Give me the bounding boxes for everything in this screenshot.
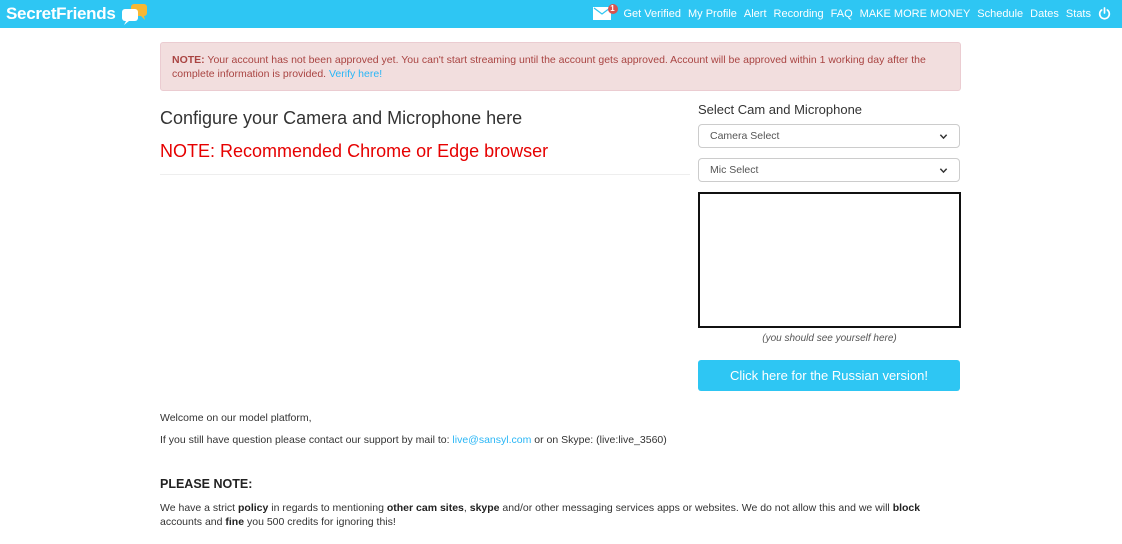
mic-select[interactable]: Mic Select [698, 158, 960, 182]
contact-prefix: If you still have question please contac… [160, 434, 453, 446]
nav-stats[interactable]: Stats [1066, 8, 1091, 20]
approval-alert: NOTE: Your account has not been approved… [160, 42, 961, 91]
chevron-down-icon [939, 133, 948, 139]
mic-select-value: Mic Select [710, 164, 759, 176]
support-email-link[interactable]: live@sansyl.com [452, 434, 531, 446]
preview-caption: (you should see yourself here) [762, 333, 897, 344]
top-navbar: SecretFriends 1 Get Verified My Profile … [0, 0, 1122, 28]
chat-bubbles-icon [117, 3, 151, 25]
nav-schedule[interactable]: Schedule [977, 8, 1023, 20]
camera-select-value: Camera Select [710, 130, 780, 142]
nav-faq[interactable]: FAQ [831, 8, 853, 20]
policy-bold: skype [469, 502, 500, 514]
nav-make-more-money[interactable]: MAKE MORE MONEY [860, 8, 971, 20]
contact-text: If you still have question please contac… [160, 434, 667, 446]
nav-get-verified[interactable]: Get Verified [624, 8, 681, 20]
russian-version-button[interactable]: Click here for the Russian version! [698, 360, 960, 391]
chevron-down-icon [939, 167, 948, 173]
nav-menu: 1 Get Verified My Profile Alert Recordin… [592, 0, 1113, 28]
brand-logo[interactable]: SecretFriends [6, 3, 151, 25]
camera-select[interactable]: Camera Select [698, 124, 960, 148]
policy-part: accounts and [160, 516, 226, 528]
policy-part: and/or other messaging services apps or … [499, 502, 893, 514]
mail-button[interactable]: 1 [592, 4, 618, 21]
verify-link[interactable]: Verify here! [329, 68, 382, 80]
alert-label: NOTE: [172, 54, 205, 66]
nav-my-profile[interactable]: My Profile [688, 8, 737, 20]
contact-suffix: or on Skype: (live:live_3560) [531, 434, 667, 446]
policy-bold: fine [225, 516, 245, 528]
policy-bold: other cam sites [386, 502, 464, 514]
browser-note: NOTE: Recommended Chrome or Edge browser [160, 141, 549, 161]
brand-name: SecretFriends [6, 4, 116, 23]
policy-bold: block [892, 502, 921, 514]
page-title: Configure your Camera and Microphone her… [160, 108, 523, 128]
policy-part: We have a strict [160, 502, 239, 514]
alert-text: Your account has not been approved yet. … [172, 54, 926, 80]
device-select-heading: Select Cam and Microphone [698, 102, 863, 117]
policy-part: in regards to mentioning [268, 502, 387, 514]
nav-alert[interactable]: Alert [744, 8, 767, 20]
mail-count-badge: 1 [607, 4, 618, 14]
policy-text: We have a strict policy in regards to me… [160, 501, 960, 529]
welcome-text: Welcome on our model platform, [160, 412, 312, 424]
please-note-heading: PLEASE NOTE: [160, 477, 253, 491]
logout-power-icon[interactable] [1098, 7, 1112, 21]
divider [160, 174, 690, 175]
policy-part: you 500 credits for ignoring this! [244, 516, 396, 528]
nav-dates[interactable]: Dates [1030, 8, 1059, 20]
nav-recording[interactable]: Recording [774, 8, 824, 20]
camera-preview [698, 192, 961, 328]
policy-bold: policy [238, 502, 269, 514]
